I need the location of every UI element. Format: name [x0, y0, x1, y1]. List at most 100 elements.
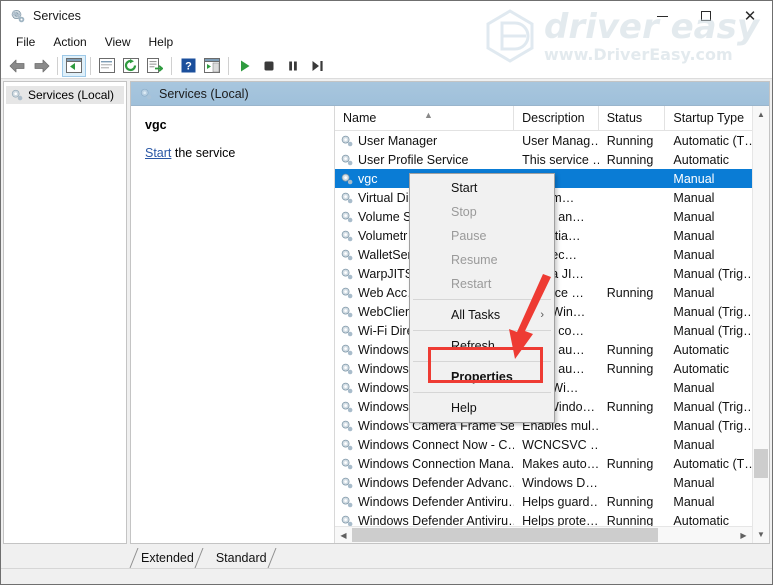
show-hide-action-pane-icon[interactable] [200, 55, 224, 77]
window-title: Services [33, 9, 81, 23]
detail-service-name: vgc [145, 118, 324, 132]
service-name-text: Windows [358, 362, 409, 376]
cell-startup-type: Manual [665, 248, 752, 262]
scroll-up-button[interactable]: ▲ [753, 106, 769, 123]
context-menu-item-label: Refresh [451, 339, 495, 353]
menu-bar: File Action View Help [1, 31, 772, 53]
horizontal-scroll-thumb[interactable] [352, 528, 658, 542]
table-row[interactable]: User Profile ServiceThis service …Runnin… [335, 150, 752, 169]
stop-service-icon[interactable] [257, 55, 281, 77]
context-menu-item-label: Properties [451, 370, 513, 384]
column-header-startup-type[interactable]: Startup Type [665, 106, 752, 130]
tree-item-services-local[interactable]: Services (Local) [6, 86, 124, 104]
cell-description: WCNCSVC … [514, 438, 599, 452]
context-menu-item-refresh[interactable]: Refresh [410, 334, 554, 358]
maximize-button[interactable] [684, 1, 728, 31]
cell-name: User Profile Service [335, 153, 514, 167]
properties-icon[interactable] [95, 55, 119, 77]
svg-text:?: ? [185, 61, 192, 73]
services-app-icon [10, 8, 26, 24]
cell-startup-type: Manual [665, 229, 752, 243]
cell-status: Running [599, 400, 666, 414]
service-detail-panel: vgc Start the service [131, 106, 335, 543]
context-menu-item-label: Pause [451, 229, 486, 243]
window-body: Services (Local) Services (Local) vgc St… [1, 79, 772, 546]
menu-help[interactable]: Help [140, 33, 183, 51]
cell-status: Running [599, 514, 666, 527]
minimize-button[interactable] [640, 1, 684, 31]
cell-status: Running [599, 286, 666, 300]
export-list-icon[interactable] [143, 55, 167, 77]
cell-startup-type: Manual (Trig… [665, 324, 752, 338]
back-arrow-icon[interactable] [5, 55, 29, 77]
service-gear-icon [340, 362, 354, 376]
status-bar [1, 568, 772, 584]
tab-right-edge [267, 548, 277, 568]
help-icon[interactable]: ? [176, 55, 200, 77]
vertical-scroll-thumb[interactable] [754, 449, 768, 477]
refresh-icon[interactable] [119, 55, 143, 77]
menu-action[interactable]: Action [44, 33, 95, 51]
table-row[interactable]: Windows Defender Advanc…Windows D…Manual [335, 473, 752, 492]
vertical-scrollbar[interactable]: ▲ ▼ [752, 106, 769, 543]
horizontal-scroll-track[interactable] [352, 527, 735, 543]
table-row[interactable]: Windows Connection Mana…Makes auto…Runni… [335, 454, 752, 473]
cell-name: Windows Connection Mana… [335, 457, 514, 471]
cell-startup-type: Manual [665, 172, 752, 186]
toolbar-separator [171, 57, 172, 75]
service-gear-icon [340, 267, 354, 281]
context-menu-separator [413, 361, 551, 362]
restart-service-icon[interactable] [305, 55, 329, 77]
results-pane-header: Services (Local) [131, 82, 769, 106]
scroll-right-button[interactable]: ▶ [735, 527, 752, 543]
tab-extended[interactable]: Extended [129, 548, 204, 568]
cell-startup-type: Automatic [665, 362, 752, 376]
vertical-scroll-track[interactable] [753, 123, 769, 526]
tab-standard-label: Standard [216, 551, 267, 565]
context-menu-separator [413, 330, 551, 331]
cell-startup-type: Manual [665, 286, 752, 300]
service-gear-icon [340, 229, 354, 243]
cell-startup-type: Manual [665, 438, 752, 452]
menu-file[interactable]: File [7, 33, 44, 51]
start-service-icon[interactable] [233, 55, 257, 77]
cell-status: Running [599, 457, 666, 471]
scroll-down-button[interactable]: ▼ [753, 526, 769, 543]
table-row[interactable]: User ManagerUser Manag…RunningAutomatic … [335, 131, 752, 150]
horizontal-scrollbar[interactable]: ◀ ▶ [335, 526, 752, 543]
column-header-description-label: Description [522, 111, 585, 125]
service-gear-icon [340, 210, 354, 224]
context-menu-item-all-tasks[interactable]: All Tasks› [410, 303, 554, 327]
cell-startup-type: Automatic [665, 343, 752, 357]
cell-name: Windows Defender Advanc… [335, 476, 514, 490]
context-menu-item-label: Stop [451, 205, 477, 219]
tab-standard[interactable]: Standard [204, 548, 277, 568]
column-header-status-label: Status [607, 111, 642, 125]
pause-service-icon[interactable] [281, 55, 305, 77]
column-header-name[interactable]: Name ▲ [335, 106, 514, 130]
close-button[interactable]: ✕ [728, 1, 772, 31]
context-menu-item-start[interactable]: Start [410, 176, 554, 200]
context-menu-item-help[interactable]: Help [410, 396, 554, 420]
column-header-status[interactable]: Status [599, 106, 666, 130]
column-header-name-label: Name [343, 111, 376, 125]
results-pane-title: Services (Local) [159, 87, 249, 101]
title-bar: Services ✕ [1, 1, 772, 31]
minimize-icon [657, 16, 668, 17]
service-gear-icon [340, 476, 354, 490]
table-row[interactable]: Windows Connect Now - C…WCNCSVC …Manual [335, 435, 752, 454]
context-menu-item-properties[interactable]: Properties [410, 365, 554, 389]
cell-startup-type: Automatic (T… [665, 134, 752, 148]
service-gear-icon [340, 495, 354, 509]
table-row[interactable]: Windows Defender Antiviru…Helps prote…Ru… [335, 511, 752, 526]
column-header-description[interactable]: Description [514, 106, 599, 130]
submenu-chevron-icon: › [540, 309, 544, 321]
cell-status: Running [599, 362, 666, 376]
show-hide-console-tree-icon[interactable] [62, 55, 86, 77]
scroll-left-button[interactable]: ◀ [335, 527, 352, 543]
table-row[interactable]: Windows Defender Antiviru…Helps guard…Ru… [335, 492, 752, 511]
forward-arrow-icon[interactable] [29, 55, 53, 77]
menu-view[interactable]: View [96, 33, 140, 51]
maximize-icon [701, 11, 711, 21]
start-service-link[interactable]: Start [145, 146, 171, 160]
